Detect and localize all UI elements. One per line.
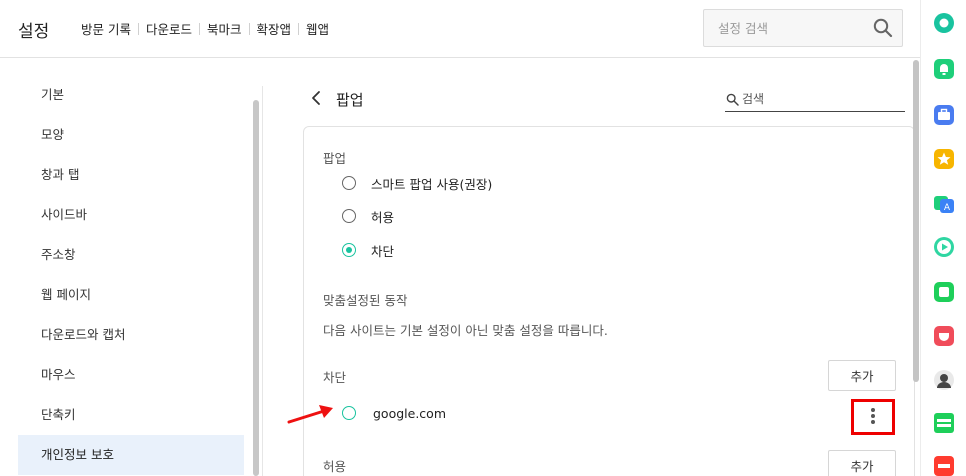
settings-sidebar: 기본 모양 창과 탭 사이드바 주소창 웹 페이지 다운로드와 캡처 마우스 단…	[0, 59, 250, 476]
site-more-options-button[interactable]	[851, 399, 895, 435]
nav-divider	[137, 22, 139, 35]
app-title: 설정	[18, 22, 50, 42]
sidebar-item-privacy[interactable]: 개인정보 보호	[18, 435, 244, 475]
nav-extensions[interactable]: 확장앱	[257, 19, 292, 38]
settings-search-input[interactable]	[704, 10, 864, 46]
more-vert-icon	[871, 408, 875, 412]
play-icon[interactable]	[933, 236, 955, 258]
more-vert-icon	[871, 420, 875, 424]
search-icon	[726, 93, 739, 106]
briefcase-icon[interactable]	[933, 104, 955, 126]
sidebar-item-address-bar[interactable]: 주소창	[18, 235, 244, 275]
custom-behavior-description: 다음 사이트는 기본 설정이 아닌 맞춤 설정을 따릅니다.	[323, 323, 608, 338]
nav-webapps[interactable]: 웹앱	[306, 19, 329, 38]
radio-block[interactable]	[342, 243, 356, 257]
main-scrollbar[interactable]	[913, 60, 919, 382]
option-label: 차단	[371, 243, 395, 259]
sidebar-item-basic[interactable]: 기본	[18, 75, 244, 115]
translate-icon[interactable]: A	[933, 193, 955, 215]
add-block-site-button[interactable]: 추가	[828, 360, 896, 391]
sidebar-item-download-capture[interactable]: 다운로드와 캡처	[18, 315, 244, 355]
search-icon[interactable]	[873, 18, 893, 38]
red-arrow-icon	[287, 405, 333, 424]
page-title: 팝업	[336, 91, 364, 109]
back-icon[interactable]	[309, 90, 323, 106]
radio-allow[interactable]	[342, 209, 356, 223]
nav-history[interactable]: 방문 기록	[81, 19, 131, 38]
popup-search-input[interactable]	[742, 88, 902, 110]
popup-page-header: 팝업	[303, 84, 913, 114]
sidebar-item-appearance[interactable]: 모양	[18, 115, 244, 155]
sidebar-item-windows-tabs[interactable]: 창과 탭	[18, 155, 244, 195]
sidebar-item-sidebar[interactable]: 사이드바	[18, 195, 244, 235]
webtoon-icon[interactable]	[933, 412, 955, 434]
top-header: 설정 방문 기록 다운로드 북마크 확장앱 웹앱	[0, 0, 920, 58]
nav-downloads[interactable]: 다운로드	[146, 19, 192, 38]
option-block[interactable]: 차단	[342, 240, 394, 260]
site-status-icon	[342, 406, 356, 420]
popup-search-box	[725, 88, 905, 112]
nav-divider	[298, 22, 300, 35]
top-nav: 방문 기록 다운로드 북마크 확장앱 웹앱	[81, 19, 329, 38]
add-allow-site-button[interactable]: 추가	[828, 450, 896, 476]
sidebar-scrollbar[interactable]	[253, 100, 259, 476]
option-allow[interactable]: 허용	[342, 206, 394, 226]
nav-divider	[248, 22, 250, 35]
avatar-icon[interactable]	[933, 369, 955, 391]
popup-settings-card: 팝업 스마트 팝업 사용(권장) 허용 차단 맞춤설정된 동작 다음 사이트는 …	[303, 126, 915, 476]
custom-behavior-title: 맞춤설정된 동작	[323, 293, 408, 308]
bell-icon[interactable]	[933, 58, 955, 80]
right-sidebar: A	[920, 0, 966, 476]
svg-text:A: A	[944, 203, 951, 213]
news-icon[interactable]	[933, 455, 955, 476]
more-vert-icon	[871, 414, 875, 418]
square-app-icon[interactable]	[933, 281, 955, 303]
option-label: 허용	[371, 209, 395, 225]
sidebar-item-shortcuts[interactable]: 단축키	[18, 395, 244, 435]
radio-smart-popup[interactable]	[342, 176, 356, 190]
nav-bookmarks[interactable]: 북마크	[207, 19, 242, 38]
pocket-icon[interactable]	[933, 325, 955, 347]
option-label: 스마트 팝업 사용(권장)	[371, 176, 493, 192]
settings-search-box	[703, 9, 903, 47]
nav-divider	[199, 22, 200, 35]
option-smart-popup[interactable]: 스마트 팝업 사용(권장)	[342, 173, 492, 193]
settings-window: 설정 방문 기록 다운로드 북마크 확장앱 웹앱 기본 모양 창과 탭 사이드바…	[0, 0, 966, 476]
sidebar-item-web-page[interactable]: 웹 페이지	[18, 275, 244, 315]
block-list-label: 차단	[323, 370, 347, 385]
sidebar-divider	[262, 86, 263, 476]
whale-icon[interactable]	[933, 12, 955, 34]
allow-list-label: 허용	[323, 459, 347, 474]
star-icon[interactable]	[933, 148, 955, 170]
sidebar-item-mouse[interactable]: 마우스	[18, 355, 244, 395]
blocked-site-row: google.com	[342, 403, 446, 423]
blocked-site-name: google.com	[373, 405, 446, 421]
popup-section-label: 팝업	[323, 151, 347, 166]
